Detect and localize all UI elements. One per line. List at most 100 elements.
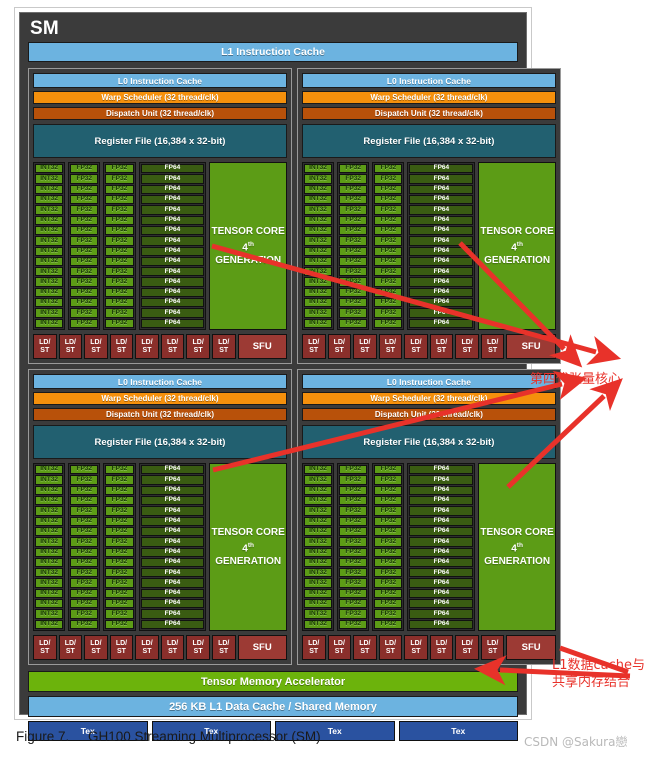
fp64-column-cell: FP64 [409, 184, 474, 194]
int32-column-cell: INT32 [35, 267, 64, 277]
ldst-label-top: LD/ [359, 338, 371, 346]
int32-column-cell: INT32 [303, 609, 333, 619]
ldst-label-bottom: ST [334, 346, 344, 354]
ldst-sfu-row: LD/ST LD/ST LD/ST LD/ST LD/ST LD/ST LD/ST LD/ST… [301, 635, 556, 660]
int32-column-cell: INT32 [303, 308, 333, 318]
fp64-column-cell: FP64 [140, 215, 205, 225]
fp32-column-b-cell: FP32 [105, 225, 134, 236]
fp32-column-a-cell: FP32 [339, 485, 368, 495]
ldst-label-bottom: ST [437, 346, 446, 354]
ldst-label-bottom: ST [116, 647, 126, 655]
fp32-column-a-cell: FP32 [70, 246, 99, 256]
fp64-column-cell: FP64 [409, 557, 474, 568]
int32-column: INT32 INT32 INT32 INT32 INT32 INT32 INT32 INT32… [301, 162, 335, 330]
fp64-column-cell: FP64 [409, 256, 474, 267]
fp32-column-a-cell: FP32 [339, 277, 368, 287]
fp32-column-b-cell: FP32 [105, 215, 134, 225]
fp32-column-a-cell: FP32 [339, 557, 368, 568]
fp32-column-b-cell: FP32 [374, 526, 403, 537]
fp32-column-b-cell: FP32 [374, 236, 403, 246]
fp64-column-cell: FP64 [140, 578, 205, 588]
fp32-column-b-cell: FP32 [105, 184, 134, 194]
fp32-column-b: FP32 FP32 FP32 FP32 FP32 FP32 FP32 FP32 FP32 FP32… [103, 162, 136, 330]
ldst-label-top: LD/ [90, 338, 102, 346]
ldst-label-top: LD/ [384, 639, 397, 647]
ldst-label-top: LD/ [218, 639, 230, 647]
int32-column-cell: INT32 [35, 164, 64, 174]
fp32-column-b-cell: FP32 [105, 318, 134, 328]
int32-column-cell: INT32 [303, 578, 333, 588]
fp32-column-b-cell: FP32 [105, 267, 134, 277]
sm-title: SM [30, 18, 59, 39]
fp64-column-cell: FP64 [140, 174, 205, 184]
fp32-column-a-cell: FP32 [70, 287, 99, 298]
fp64-column-cell: FP64 [140, 526, 205, 537]
ldst-unit: LD/ST [378, 635, 403, 660]
fp32-column-a-cell: FP32 [70, 506, 99, 516]
fp32-column-a-cell: FP32 [70, 495, 99, 506]
fp64-column-cell: FP64 [409, 465, 474, 475]
ldst-label-bottom: ST [91, 346, 101, 354]
fp32-column-a-cell: FP32 [339, 588, 368, 599]
int32-column-cell: INT32 [303, 287, 333, 298]
fp32-column-a-cell: FP32 [70, 267, 99, 277]
int32-column-cell: INT32 [35, 298, 64, 308]
int32-column-cell: INT32 [303, 215, 333, 225]
ldst-unit: LD/ST [301, 334, 326, 359]
int32-column-cell: INT32 [303, 465, 333, 475]
fp64-column-cell: FP64 [409, 298, 474, 308]
ldst-label-bottom: ST [91, 647, 101, 655]
fp32-column-a-cell: FP32 [339, 287, 368, 298]
int32-column-cell: INT32 [35, 205, 64, 215]
core-array: INT32 INT32 INT32 INT32 INT32 INT32 INT32 INT32… [301, 162, 556, 330]
ldst-label-bottom: ST [142, 647, 152, 655]
int32-column-cell: INT32 [303, 537, 333, 547]
int32-column-cell: INT32 [35, 287, 64, 298]
ldst-label-top: LD/ [166, 338, 179, 346]
int32-column-cell: INT32 [35, 619, 64, 629]
fp32-column-b-cell: FP32 [105, 194, 134, 205]
fp64-column-cell: FP64 [409, 526, 474, 537]
fp32-column-a: FP32 FP32 FP32 FP32 FP32 FP32 FP32 FP32 FP32 FP32… [337, 162, 370, 330]
register-file-bar: Register File (16,384 x 32-bit) [33, 425, 287, 459]
fp32-column-b-cell: FP32 [374, 609, 403, 619]
fp32-column-b-cell: FP32 [105, 547, 134, 557]
fp64-column-cell: FP64 [140, 609, 205, 619]
fp32-column-b-cell: FP32 [374, 485, 403, 495]
processing-block-2: L0 Instruction Cache Warp Scheduler (32 t… [296, 68, 561, 364]
fp64-column-cell: FP64 [409, 174, 474, 184]
int32-column-cell: INT32 [303, 588, 333, 599]
ldst-unit: LD/ST [327, 635, 352, 660]
fp32-column-b-cell: FP32 [374, 246, 403, 256]
fp32-column-a-cell: FP32 [70, 277, 99, 287]
l1-data-cache-bar: 256 KB L1 Data Cache / Shared Memory [28, 696, 518, 717]
sfu-unit: SFU [237, 334, 287, 359]
fp64-column: FP64 FP64 FP64 FP64 FP64 FP64 FP64 FP64 FP64 FP64… [407, 463, 476, 631]
fp64-column-cell: FP64 [409, 287, 474, 298]
fp32-column-a-cell: FP32 [339, 267, 368, 277]
fp32-column-a-cell: FP32 [70, 547, 99, 557]
fp32-column-a-cell: FP32 [339, 164, 368, 174]
ldst-unit: LD/ST [84, 334, 108, 359]
fp32-column-a-cell: FP32 [70, 164, 99, 174]
ldst-label-bottom: ST [462, 346, 472, 354]
fp32-column-b-cell: FP32 [374, 225, 403, 236]
ldst-label-top: LD/ [410, 338, 422, 346]
ldst-unit: LD/ST [480, 635, 505, 660]
core-array: INT32 INT32 INT32 INT32 INT32 INT32 INT32 INT32… [33, 162, 287, 330]
fp32-column-a-cell: FP32 [339, 619, 368, 629]
fp32-column-a-cell: FP32 [339, 246, 368, 256]
fp64-column-cell: FP64 [140, 516, 205, 526]
tensor-core-title: TENSOR CORE [211, 225, 285, 237]
int32-column-cell: INT32 [303, 599, 333, 609]
ldst-label-bottom: ST [462, 647, 472, 655]
fp32-column-b-cell: FP32 [374, 516, 403, 526]
sfu-unit: SFU [237, 635, 287, 660]
fp64-column-cell: FP64 [140, 537, 205, 547]
ldst-label-bottom: ST [193, 346, 203, 354]
ldst-label-top: LD/ [115, 639, 128, 647]
fp32-column-a-cell: FP32 [70, 619, 99, 629]
ldst-label-top: LD/ [166, 639, 179, 647]
int32-column-cell: INT32 [303, 164, 333, 174]
fp32-column-a-cell: FP32 [70, 308, 99, 318]
